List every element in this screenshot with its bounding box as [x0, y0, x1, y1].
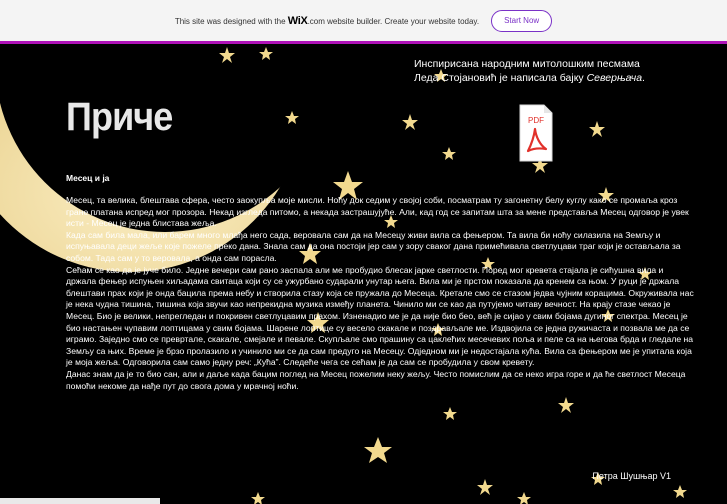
- star-icon: [673, 485, 687, 498]
- wix-banner-text: This site was designed with the WiX.com …: [175, 15, 479, 27]
- pdf-label: PDF: [528, 116, 544, 125]
- intro-book-title: Северњача: [586, 72, 643, 84]
- wix-banner: This site was designed with the WiX.com …: [0, 0, 727, 44]
- star-icon: [219, 47, 235, 63]
- story-paragraph: Данас знам да је то био сан, али и даље …: [66, 368, 686, 391]
- start-now-button[interactable]: Start Now: [491, 9, 553, 32]
- star-icon: [259, 47, 273, 60]
- page-content: Приче Инспирисана народним митолошким пе…: [0, 47, 727, 504]
- page-title: Приче: [66, 95, 173, 139]
- star-icon: [285, 111, 299, 124]
- intro-line-1: Инспирисана народним митолошким песмама: [414, 58, 640, 70]
- story-paragraph: Сећам се као да је јуче било. Једне вече…: [66, 264, 694, 368]
- author-signature: Петра Шушњар V1: [592, 471, 671, 481]
- wix-logo[interactable]: WiX: [288, 15, 308, 27]
- story-body: Месец, та велика, блештава сфера, често …: [66, 195, 694, 392]
- intro-line-2-end: .: [642, 72, 645, 84]
- star-icon: [443, 407, 457, 420]
- intro-line-2: Леда Стојановић је написала бајку Северњ…: [414, 71, 714, 85]
- intro-line-2-text: Леда Стојановић је написала бајку: [414, 72, 587, 84]
- star-icon: [517, 492, 531, 504]
- pdf-icon[interactable]: PDF: [518, 103, 554, 163]
- star-icon: [558, 397, 574, 413]
- star-icon: [364, 437, 392, 463]
- story-title: Месец и ја: [66, 173, 110, 183]
- story-paragraph: Месец, та велика, блештава сфера, често …: [66, 195, 689, 229]
- star-icon: [589, 121, 605, 137]
- star-icon: [442, 147, 456, 160]
- wix-text-after: .com website builder. Create your websit…: [307, 16, 480, 26]
- status-strip: [0, 498, 160, 504]
- wix-text-before: This site was designed with the: [174, 16, 286, 26]
- star-icon: [402, 114, 418, 130]
- intro-text: Инспирисана народним митолошким песмама …: [414, 57, 714, 85]
- star-icon: [251, 492, 265, 504]
- star-icon: [477, 479, 493, 495]
- story-paragraph: Када сам била мала, или барем много млађ…: [66, 229, 681, 263]
